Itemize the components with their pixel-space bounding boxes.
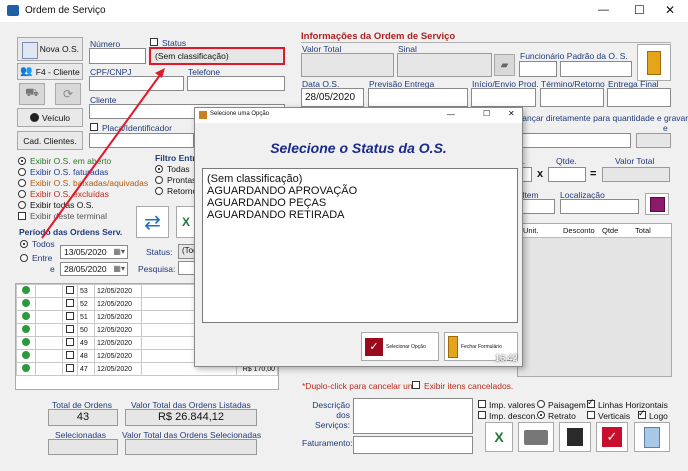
modal-maximize-button[interactable]: ☐ [483,109,490,118]
modal-minimize-button[interactable]: — [447,110,455,119]
modal-app-icon [199,111,207,119]
door-icon [448,335,458,358]
modal-close-button[interactable]: ✕ [508,109,515,118]
modal-title: Selecione uma Opção [210,111,270,117]
checkmark-icon: ✓ [365,337,383,356]
status-option[interactable]: AGUARDANDO APROVAÇÃO [207,185,513,197]
modal-clock: 16:42 [495,353,518,363]
status-option[interactable]: AGUARDANDO PEÇAS [207,197,513,209]
modal-heading: Selecione o Status da O.S. [270,140,447,156]
status-option[interactable]: AGUARDANDO RETIRADA [207,209,513,221]
status-options-list[interactable]: (Sem classificação) AGUARDANDO APROVAÇÃO… [202,168,518,323]
status-select-dialog: Selecione uma Opção — ☐ ✕ Selecione o St… [194,107,523,367]
select-option-button[interactable]: ✓ Selecionar Opção [361,332,439,361]
modal-titlebar: Selecione uma Opção — ☐ ✕ [195,108,522,123]
status-option[interactable]: (Sem classificação) [207,173,513,185]
